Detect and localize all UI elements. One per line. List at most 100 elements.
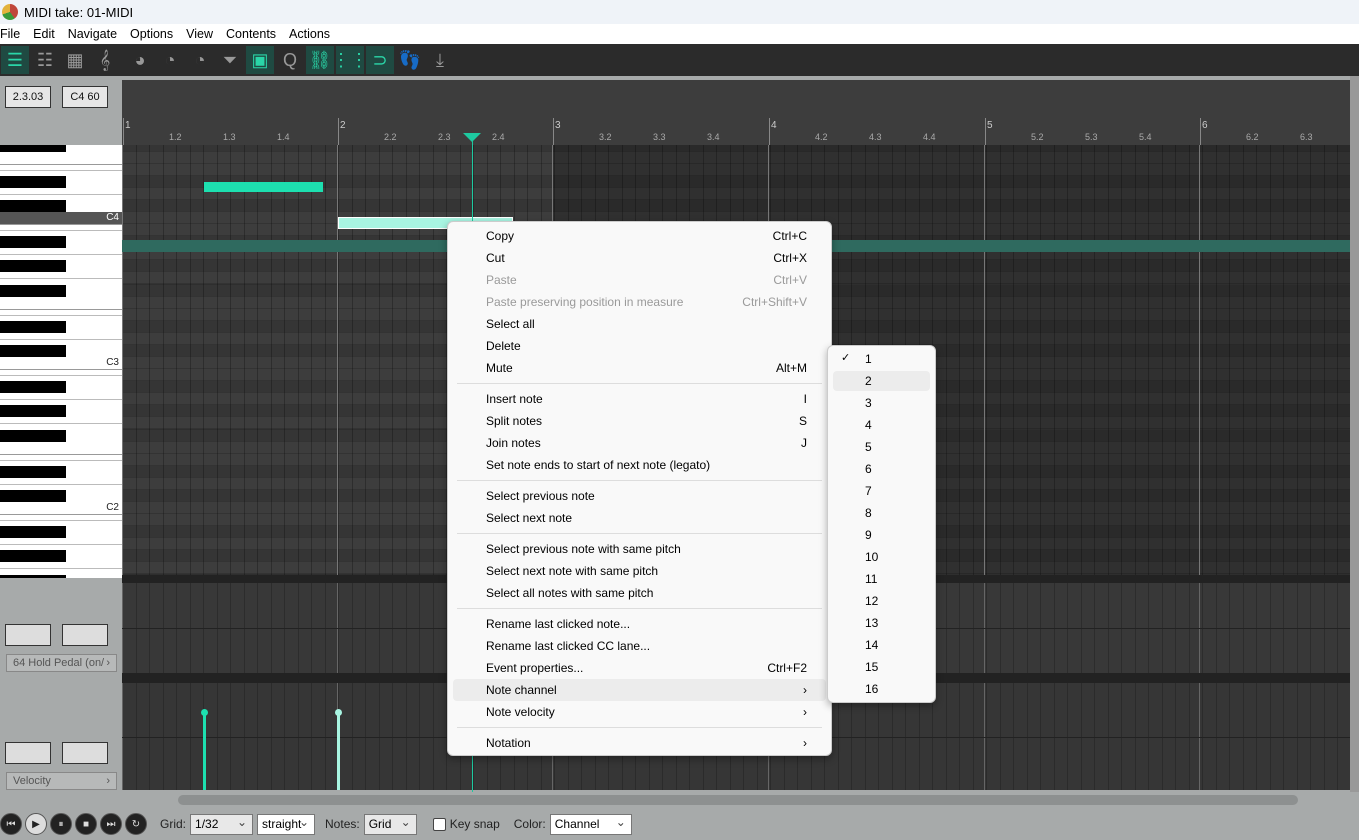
menu-item-note-channel[interactable]: Note channel › <box>453 679 826 701</box>
insert-note-palette-icon[interactable]: ◕ <box>126 46 154 74</box>
black-key[interactable] <box>0 429 66 442</box>
channel-item-14[interactable]: 14 <box>833 635 930 655</box>
channel-item-9[interactable]: 9 <box>833 525 930 545</box>
menu-item-delete[interactable]: Delete <box>453 335 826 357</box>
menu-item-select-next-note[interactable]: Select next note <box>453 507 826 529</box>
channel-item-15[interactable]: 15 <box>833 657 930 677</box>
vertical-scrollbar[interactable] <box>1350 76 1359 792</box>
channel-item-8[interactable]: 8 <box>833 503 930 523</box>
menu-item-select-all[interactable]: Select all <box>453 313 826 335</box>
cc-lane-button-1[interactable] <box>5 624 51 646</box>
menu-item-join-notes[interactable]: Join notes J <box>453 432 826 454</box>
color-select[interactable]: Channel <box>549 813 632 835</box>
stop-button[interactable]: ■ <box>75 813 97 835</box>
menu-item-paste[interactable]: Paste Ctrl+V <box>453 269 826 291</box>
menu-item-notation[interactable]: Notation › <box>453 732 826 754</box>
black-key[interactable] <box>0 405 66 418</box>
menu-item-select-next-note-with-same-pitch[interactable]: Select next note with same pitch <box>453 560 826 582</box>
channel-item-5[interactable]: 5 <box>833 437 930 457</box>
menu-edit[interactable]: Edit <box>27 27 62 41</box>
black-key[interactable] <box>0 145 66 152</box>
channel-item-4[interactable]: 4 <box>833 415 930 435</box>
swing-select[interactable]: straight <box>257 813 316 835</box>
channel-item-3[interactable]: 3 <box>833 393 930 413</box>
midi-note[interactable] <box>204 182 323 192</box>
channel-item-16[interactable]: 16 <box>833 679 930 699</box>
forward-button[interactable]: ⏭ <box>100 813 122 835</box>
horizontal-scrollbar[interactable] <box>122 792 1359 808</box>
menu-navigate[interactable]: Navigate <box>62 27 124 41</box>
grid-select[interactable]: 1/32 <box>190 813 254 835</box>
menu-item-cut[interactable]: Cut Ctrl+X <box>453 247 826 269</box>
quantize-icon[interactable]: Q <box>276 46 304 74</box>
notation-icon[interactable]: 𝄞 <box>91 46 119 74</box>
menu-item-rename-last-clicked-note[interactable]: Rename last clicked note... <box>453 613 826 635</box>
menu-item-select-previous-note-with-same-pitch[interactable]: Select previous note with same pitch <box>453 538 826 560</box>
velocity-bar[interactable] <box>203 713 206 790</box>
loop-icon[interactable]: ⊃ <box>366 46 394 74</box>
black-key[interactable] <box>0 526 66 539</box>
menu-item-split-notes[interactable]: Split notes S <box>453 410 826 432</box>
channel-item-2[interactable]: 2 <box>833 371 930 391</box>
black-key[interactable] <box>0 260 66 273</box>
menu-item-insert-note[interactable]: Insert note I <box>453 388 826 410</box>
import-icon[interactable]: ⤓ <box>426 46 454 74</box>
channel-item-1[interactable]: ✓ 1 <box>833 349 930 369</box>
menu-item-select-all-notes-with-same-pitch[interactable]: Select all notes with same pitch <box>453 582 826 604</box>
piano-keyboard[interactable]: C4 C3 C2 <box>0 145 122 578</box>
link-icon[interactable]: ⛓ <box>306 46 334 74</box>
timeline-ruler[interactable]: 1 2 3 4 5 6 1.2 1.3 1.4 2.2 2.3 2.4 3.2 3.3 3.4 4.2 4.3 4… <box>122 80 1350 145</box>
menu-item-select-previous-note[interactable]: Select previous note <box>453 485 826 507</box>
black-key[interactable] <box>0 574 66 578</box>
channel-item-6[interactable]: 6 <box>833 459 930 479</box>
grid-icon[interactable]: ⋮⋮ <box>332 46 368 74</box>
black-key[interactable] <box>0 381 66 394</box>
step-input-icon[interactable]: 👣 <box>396 46 424 74</box>
cc-lanes-icon[interactable]: ▣ <box>246 46 274 74</box>
play-palette-icon[interactable]: ◔ <box>156 46 184 74</box>
menu-file[interactable]: File <box>0 27 27 41</box>
menu-view[interactable]: View <box>180 27 220 41</box>
black-key[interactable] <box>0 320 66 333</box>
key-snap-checkbox[interactable] <box>432 817 446 831</box>
playhead-marker-icon[interactable] <box>463 133 481 142</box>
black-key[interactable] <box>0 465 66 478</box>
black-key[interactable] <box>0 489 66 502</box>
pause-button[interactable]: ⏸ <box>50 813 72 835</box>
play-button[interactable]: ▶ <box>25 813 47 835</box>
menu-item-paste-preserving-position-in-measure[interactable]: Paste preserving position in measure Ctrl… <box>453 291 826 313</box>
black-key[interactable] <box>0 175 66 188</box>
menu-item-rename-last-clicked-cc-lane[interactable]: Rename last clicked CC lane... <box>453 635 826 657</box>
menu-item-copy[interactable]: Copy Ctrl+C <box>453 225 826 247</box>
event-list-icon[interactable]: ▦ <box>61 46 89 74</box>
filter-icon[interactable]: ⏷ <box>216 46 244 74</box>
channel-item-13[interactable]: 13 <box>833 613 930 633</box>
cc-lane-button-2[interactable] <box>62 624 108 646</box>
black-key[interactable] <box>0 550 66 563</box>
menu-contents[interactable]: Contents <box>220 27 283 41</box>
menu-item-event-properties[interactable]: Event properties... Ctrl+F2 <box>453 657 826 679</box>
named-notes-icon[interactable]: ☷ <box>31 46 59 74</box>
velocity-lane-selector[interactable]: Velocity <box>6 772 117 790</box>
piano-roll-icon[interactable]: ☰ <box>1 46 29 74</box>
velocity-handle[interactable] <box>335 709 342 716</box>
channel-item-7[interactable]: 7 <box>833 481 930 501</box>
notes-select[interactable]: Grid <box>363 813 417 835</box>
velocity-handle[interactable] <box>201 709 208 716</box>
c4-key-highlight[interactable] <box>0 212 122 225</box>
cc-lane-selector[interactable]: 64 Hold Pedal (on/ <box>6 654 117 672</box>
velocity-lane-button-1[interactable] <box>5 742 51 764</box>
scroll-thumb[interactable] <box>178 795 1298 805</box>
black-key[interactable] <box>0 236 66 249</box>
black-key[interactable] <box>0 344 66 357</box>
repeat-button[interactable]: ↻ <box>125 813 147 835</box>
diamond-palette-icon[interactable]: ◔ <box>186 46 214 74</box>
channel-item-11[interactable]: 11 <box>833 569 930 589</box>
velocity-bar[interactable] <box>337 713 340 790</box>
channel-item-10[interactable]: 10 <box>833 547 930 567</box>
menu-item-note-velocity[interactable]: Note velocity › <box>453 701 826 723</box>
menu-item-set-note-ends-to-start-of-next-note-legato[interactable]: Set note ends to start of next note (leg… <box>453 454 826 476</box>
rewind-button[interactable]: ⏮ <box>0 813 22 835</box>
menu-actions[interactable]: Actions <box>283 27 337 41</box>
menu-options[interactable]: Options <box>124 27 180 41</box>
